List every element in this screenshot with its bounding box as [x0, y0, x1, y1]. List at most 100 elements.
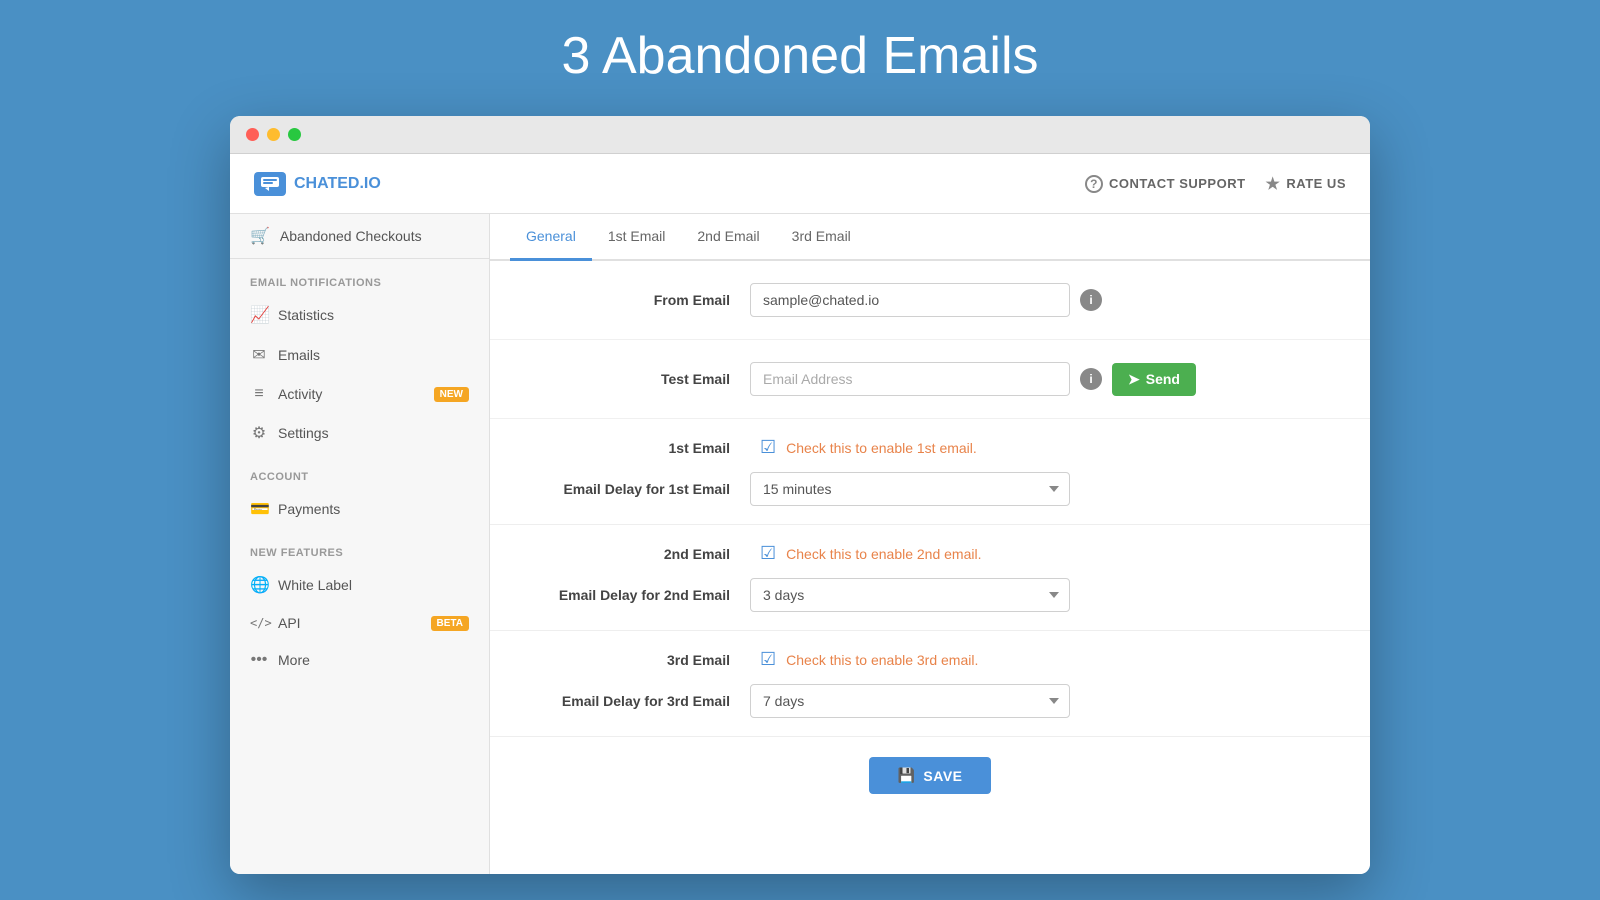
logo: CHATED.IO — [254, 172, 381, 196]
section-account: Account — [230, 453, 489, 489]
email-2-enable-content: ☑ Check this to enable 2nd email. — [760, 543, 981, 564]
sidebar-activity-label: Activity — [278, 386, 322, 402]
sidebar-settings-label: Settings — [278, 425, 329, 441]
email-1-enable-content: ☑ Check this to enable 1st email. — [760, 437, 977, 458]
send-icon: ➤ — [1128, 371, 1140, 388]
email-1-enable-row: 1st Email ☑ Check this to enable 1st ema… — [490, 419, 1370, 472]
sidebar-item-activity[interactable]: ≡ Activity New — [230, 375, 489, 413]
test-email-input[interactable] — [750, 362, 1070, 396]
test-email-info-icon[interactable]: i — [1080, 368, 1102, 390]
email-1-block: 1st Email ☑ Check this to enable 1st ema… — [490, 419, 1370, 525]
save-button[interactable]: 💾 SAVE — [869, 757, 990, 794]
globe-icon: 🌐 — [250, 575, 268, 595]
sidebar-emails-label: Emails — [278, 347, 320, 363]
email-1-delay-label: Email Delay for 1st Email — [530, 481, 750, 497]
cart-icon: 🛒 — [250, 226, 270, 246]
tab-3rd-email[interactable]: 3rd Email — [776, 214, 867, 261]
main-layout: 🛒 Abandoned Checkouts Email Notification… — [230, 214, 1370, 874]
email-2-checkbox[interactable]: ☑ — [760, 543, 776, 564]
envelope-icon: ✉ — [250, 345, 268, 365]
email-1-delay-select[interactable]: 15 minutes 30 minutes 1 hour 2 hours — [750, 472, 1070, 506]
credit-card-icon: 💳 — [250, 499, 268, 519]
from-email-info-icon[interactable]: i — [1080, 289, 1102, 311]
sidebar-api-label: API — [278, 615, 301, 631]
from-email-label: From Email — [530, 292, 750, 308]
app-bar: CHATED.IO ? CONTACT SUPPORT ★ RATE US — [230, 154, 1370, 214]
tab-2nd-email[interactable]: 2nd Email — [681, 214, 775, 261]
from-email-row: From Email i — [530, 283, 1330, 317]
maximize-button[interactable] — [288, 128, 301, 141]
email-2-delay-row: Email Delay for 2nd Email 1 day 2 days 3… — [490, 578, 1370, 630]
activity-badge: New — [434, 387, 469, 402]
email-2-block: 2nd Email ☑ Check this to enable 2nd ema… — [490, 525, 1370, 631]
email-3-label: 3rd Email — [530, 652, 750, 668]
gear-icon: ⚙ — [250, 423, 268, 443]
test-email-section: Test Email i ➤ Send — [490, 340, 1370, 419]
email-3-enable-text: Check this to enable 3rd email. — [786, 652, 978, 668]
email-3-delay-label: Email Delay for 3rd Email — [530, 693, 750, 709]
test-email-label: Test Email — [530, 371, 750, 387]
sidebar-statistics-label: Statistics — [278, 307, 334, 323]
email-1-delay-row: Email Delay for 1st Email 15 minutes 30 … — [490, 472, 1370, 524]
general-form: From Email i Test Email i — [490, 261, 1370, 814]
sidebar-payments-label: Payments — [278, 501, 340, 517]
list-icon: ≡ — [250, 385, 268, 403]
sidebar-item-abandoned-checkouts[interactable]: 🛒 Abandoned Checkouts — [230, 214, 489, 259]
sidebar-item-api[interactable]: </> API Beta — [230, 605, 489, 641]
contact-support-button[interactable]: ? CONTACT SUPPORT — [1085, 175, 1246, 193]
logo-text: CHATED.IO — [294, 175, 381, 193]
section-email-notifications: Email Notifications — [230, 259, 489, 295]
send-label: Send — [1146, 371, 1180, 387]
sidebar-item-more[interactable]: ••• More — [230, 641, 489, 679]
minimize-button[interactable] — [267, 128, 280, 141]
chart-icon: 📈 — [250, 305, 268, 325]
tab-bar: General 1st Email 2nd Email 3rd Email — [490, 214, 1370, 261]
sidebar: 🛒 Abandoned Checkouts Email Notification… — [230, 214, 490, 874]
app-bar-actions: ? CONTACT SUPPORT ★ RATE US — [1085, 174, 1346, 194]
email-2-label: 2nd Email — [530, 546, 750, 562]
email-3-delay-select[interactable]: 1 day 2 days 3 days 5 days 7 days — [750, 684, 1070, 718]
rate-us-label: RATE US — [1286, 176, 1346, 191]
from-email-controls: i — [750, 283, 1330, 317]
sidebar-item-settings[interactable]: ⚙ Settings — [230, 413, 489, 453]
sidebar-item-statistics[interactable]: 📈 Statistics — [230, 295, 489, 335]
email-3-delay-row: Email Delay for 3rd Email 1 day 2 days 3… — [490, 684, 1370, 736]
titlebar — [230, 116, 1370, 154]
email-1-checkbox[interactable]: ☑ — [760, 437, 776, 458]
api-badge: Beta — [431, 616, 469, 631]
email-1-label: 1st Email — [530, 440, 750, 456]
email-2-delay-label: Email Delay for 2nd Email — [530, 587, 750, 603]
tab-1st-email[interactable]: 1st Email — [592, 214, 682, 261]
section-new-features: New Features — [230, 529, 489, 565]
sidebar-more-label: More — [278, 652, 310, 668]
page-title: 3 Abandoned Emails — [561, 26, 1038, 86]
content-area: General 1st Email 2nd Email 3rd Email Fr… — [490, 214, 1370, 874]
sidebar-white-label-label: White Label — [278, 577, 352, 593]
email-1-enable-text: Check this to enable 1st email. — [786, 440, 977, 456]
from-email-input[interactable] — [750, 283, 1070, 317]
star-icon: ★ — [1266, 174, 1281, 194]
save-section: 💾 SAVE — [490, 737, 1370, 814]
ellipsis-icon: ••• — [250, 651, 268, 669]
send-button[interactable]: ➤ Send — [1112, 363, 1196, 396]
sidebar-item-emails[interactable]: ✉ Emails — [230, 335, 489, 375]
close-button[interactable] — [246, 128, 259, 141]
from-email-section: From Email i — [490, 261, 1370, 340]
sidebar-item-payments[interactable]: 💳 Payments — [230, 489, 489, 529]
logo-icon — [254, 172, 286, 196]
tab-general[interactable]: General — [510, 214, 592, 261]
test-email-row: Test Email i ➤ Send — [530, 362, 1330, 396]
email-3-checkbox[interactable]: ☑ — [760, 649, 776, 670]
save-label: SAVE — [923, 768, 962, 784]
email-2-delay-select[interactable]: 1 day 2 days 3 days 5 days 7 days — [750, 578, 1070, 612]
sidebar-item-white-label[interactable]: 🌐 White Label — [230, 565, 489, 605]
email-2-enable-text: Check this to enable 2nd email. — [786, 546, 981, 562]
email-3-enable-content: ☑ Check this to enable 3rd email. — [760, 649, 978, 670]
rate-us-button[interactable]: ★ RATE US — [1266, 174, 1346, 194]
save-icon: 💾 — [897, 767, 915, 784]
question-icon: ? — [1085, 175, 1103, 193]
email-2-enable-row: 2nd Email ☑ Check this to enable 2nd ema… — [490, 525, 1370, 578]
test-email-controls: i ➤ Send — [750, 362, 1330, 396]
code-icon: </> — [250, 616, 268, 630]
email-3-block: 3rd Email ☑ Check this to enable 3rd ema… — [490, 631, 1370, 737]
